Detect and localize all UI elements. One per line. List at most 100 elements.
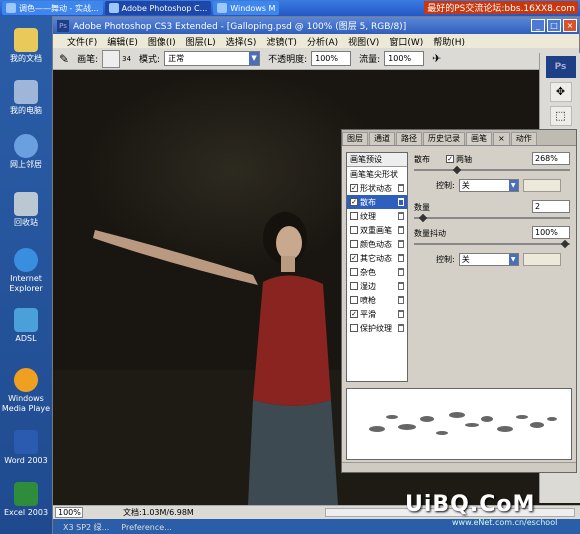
taskbar-item-photoshop[interactable]: Adobe Photoshop C...: [104, 1, 212, 15]
close-button[interactable]: ×: [563, 19, 577, 32]
zoom-input[interactable]: 100%: [55, 507, 83, 518]
taskbar-item-windows-media[interactable]: Windows M: [213, 1, 280, 15]
taskbar-item-tutorial[interactable]: 调色——舞动 - 实战...: [2, 1, 103, 15]
count-row: 数量 2: [414, 200, 574, 214]
desktop-icon-network[interactable]: 网上邻居: [0, 134, 52, 170]
slider-knob[interactable]: [560, 239, 570, 249]
menu-layer[interactable]: 图层(L): [186, 35, 216, 48]
brush-preset-picker[interactable]: [102, 49, 121, 68]
menu-file[interactable]: 文件(F): [67, 35, 97, 48]
maximize-button[interactable]: □: [547, 19, 561, 32]
control2-select[interactable]: 关 ▼: [458, 252, 519, 266]
desktop-icon-label: 我的文档: [10, 54, 42, 63]
tab-brushes[interactable]: 画笔: [466, 132, 492, 145]
desktop-icon-adsl[interactable]: ADSL: [0, 308, 52, 344]
checkbox[interactable]: [350, 296, 358, 304]
checkbox[interactable]: [350, 212, 358, 220]
media-player-icon: [14, 368, 38, 392]
tab-paths[interactable]: 路径: [396, 132, 422, 145]
ie-icon: [6, 3, 16, 13]
list-item-label: 散布: [360, 197, 376, 207]
tab-close-icon[interactable]: ×: [493, 132, 510, 145]
desktop-icon-label: 回收站: [14, 218, 38, 227]
both-axes-checkbox[interactable]: ✓: [446, 155, 454, 163]
list-item-airbrush[interactable]: 喷枪: [347, 293, 407, 307]
brush-stroke-preview: [346, 388, 572, 460]
brush-tip-shape-item[interactable]: 画笔笔尖形状: [347, 167, 407, 181]
list-item-color-dynamics[interactable]: 颜色动态: [347, 237, 407, 251]
slider-knob[interactable]: [418, 213, 428, 223]
flow-value: 100%: [388, 54, 412, 63]
list-item-smoothing[interactable]: ✓ 平滑: [347, 307, 407, 321]
both-axes-option[interactable]: ✓ 两轴: [446, 152, 472, 166]
count-label: 数量: [414, 202, 430, 212]
menu-view[interactable]: 视图(V): [348, 35, 379, 48]
flow-input[interactable]: 100%: [384, 51, 425, 66]
desktop-icon-excel[interactable]: Excel 2003: [0, 482, 52, 518]
desktop-icon-recycle-bin[interactable]: 回收站: [0, 192, 52, 228]
tab-layers[interactable]: 图层: [342, 132, 368, 145]
brush-tool-icon[interactable]: ✎: [59, 52, 69, 66]
control-extra-field: [522, 178, 561, 192]
scatter-slider[interactable]: [414, 165, 574, 175]
minimize-button[interactable]: _: [531, 19, 545, 32]
menu-help[interactable]: 帮助(H): [433, 35, 465, 48]
checkbox[interactable]: ✓: [350, 198, 358, 206]
list-item-dual-brush[interactable]: 双重画笔: [347, 223, 407, 237]
checkbox[interactable]: ✓: [350, 310, 358, 318]
taskbar-item-label: Windows M: [230, 3, 276, 13]
list-item-scattering[interactable]: ✓ 散布: [347, 195, 407, 209]
menu-filter[interactable]: 滤镜(T): [266, 35, 297, 48]
scatter-input[interactable]: 268%: [532, 152, 570, 165]
opacity-input[interactable]: 100%: [311, 51, 352, 66]
count-jitter-slider[interactable]: [414, 239, 574, 249]
desktop-icon-my-computer[interactable]: 我的电脑: [0, 80, 52, 116]
checkbox[interactable]: [350, 268, 358, 276]
checkbox[interactable]: [350, 282, 358, 290]
checkbox[interactable]: ✓: [350, 254, 358, 262]
opacity-value: 100%: [315, 54, 338, 63]
menu-analysis[interactable]: 分析(A): [307, 35, 338, 48]
control2-label: 控制:: [436, 254, 455, 264]
desktop-icon-media-player[interactable]: Windows Media Playe: [0, 368, 52, 414]
tab-history[interactable]: 历史记录: [423, 132, 465, 145]
count-input[interactable]: 2: [532, 200, 570, 213]
count-slider[interactable]: [414, 213, 574, 223]
network-icon: [14, 134, 38, 158]
checkbox[interactable]: [350, 240, 358, 248]
list-item-wet-edges[interactable]: 湿边: [347, 279, 407, 293]
menu-select[interactable]: 选择(S): [226, 35, 257, 48]
tab-actions[interactable]: 动作: [510, 132, 537, 145]
desktop-icon-ie[interactable]: Internet Explorer: [0, 248, 52, 294]
tab-channels[interactable]: 通道: [369, 132, 395, 145]
checkbox[interactable]: [350, 226, 358, 234]
list-item-other-dynamics[interactable]: ✓ 其它动态: [347, 251, 407, 265]
marquee-tool-icon[interactable]: ⬚: [549, 106, 572, 126]
desktop-icon-label: 我的电脑: [10, 106, 42, 115]
menu-window[interactable]: 窗口(W): [389, 35, 423, 48]
desktop-icon-my-documents[interactable]: 我的文档: [0, 28, 52, 64]
list-item-shape-dynamics[interactable]: ✓ 形状动态: [347, 181, 407, 195]
list-item-label: 双重画笔: [360, 225, 392, 235]
recycle-bin-icon: [14, 192, 38, 216]
count-jitter-input[interactable]: 100%: [532, 226, 570, 239]
list-item-noise[interactable]: 杂色: [347, 265, 407, 279]
airbrush-icon[interactable]: ✈: [432, 52, 441, 65]
both-axes-label: 两轴: [456, 154, 472, 164]
menu-image[interactable]: 图像(I): [148, 35, 176, 48]
menu-edit[interactable]: 编辑(E): [107, 35, 138, 48]
control-select[interactable]: 关 ▼: [458, 178, 519, 192]
count-jitter-label: 数量抖动: [414, 228, 446, 238]
list-item-protect-texture[interactable]: 保护纹理: [347, 321, 407, 335]
lock-icon: [398, 198, 404, 206]
slider-knob[interactable]: [452, 165, 462, 175]
desktop-icon-word[interactable]: Word 2003: [0, 430, 52, 466]
list-item-texture[interactable]: 纹理: [347, 209, 407, 223]
move-tool-icon[interactable]: ✥: [549, 82, 572, 102]
control-row: 控制: 关 ▼: [414, 178, 574, 192]
bottom-text-2: Preference...: [121, 522, 172, 532]
mode-select[interactable]: 正常 ▼: [164, 51, 261, 66]
checkbox[interactable]: [350, 324, 358, 332]
brush-presets-item[interactable]: 画笔预设: [347, 153, 407, 167]
checkbox[interactable]: ✓: [350, 184, 358, 192]
